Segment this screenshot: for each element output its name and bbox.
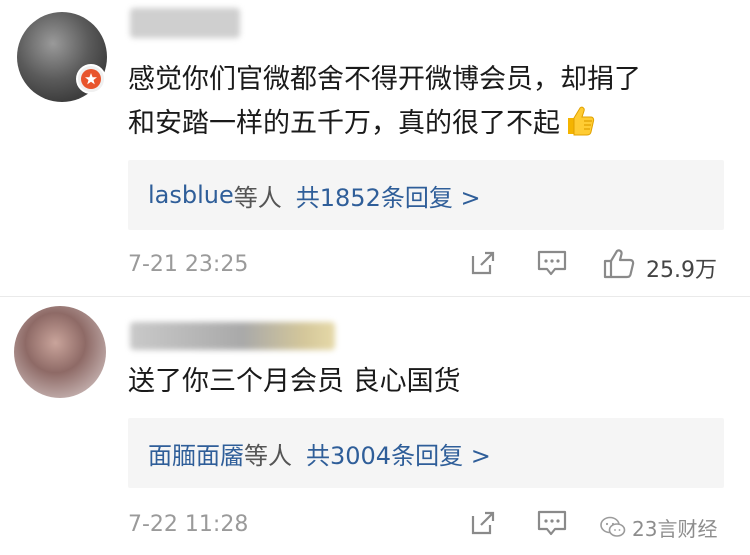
comment-text: 送了你三个月会员 良心国货: [128, 360, 718, 404]
timestamp: 7-22 11:28: [128, 512, 249, 537]
comment-icon[interactable]: [536, 508, 567, 538]
username-blurred[interactable]: [130, 8, 240, 38]
replies-names[interactable]: 面腼面靥: [148, 436, 244, 471]
comment-text-line: 感觉你们官微都舍不得开微博会员，却捐了: [128, 64, 641, 95]
share-icon[interactable]: [468, 508, 498, 538]
username-blurred[interactable]: [130, 322, 335, 350]
divider: [0, 296, 750, 297]
comment-icon[interactable]: [536, 248, 567, 278]
avatar[interactable]: [14, 306, 106, 398]
replies-suffix: 等人: [233, 183, 282, 212]
comment-text: 感觉你们官微都舍不得开微博会员，却捐了 和安踏一样的五千万，真的很了不起: [128, 58, 718, 152]
replies-count[interactable]: 共1852条回复 >: [296, 178, 481, 213]
verified-badge-icon: [76, 64, 106, 94]
comment-meta: 7-21 23:25 25.9万: [128, 244, 728, 284]
replies-link[interactable]: 面腼面靥 等人 共3004条回复 >: [128, 418, 724, 488]
watermark: 23言财经: [600, 512, 730, 542]
replies-count[interactable]: 共3004条回复 >: [306, 436, 491, 471]
comment-text-line: 和安踏一样的五千万，真的很了不起: [128, 102, 718, 152]
replies-names[interactable]: lasblue: [148, 181, 234, 209]
wechat-icon: [600, 516, 626, 538]
thumbs-up-icon[interactable]: [602, 248, 635, 279]
timestamp: 7-21 23:25: [128, 252, 249, 277]
replies-link[interactable]: lasblue 等人 共1852条回复 >: [128, 160, 724, 230]
like-count: 25.9万: [646, 258, 717, 283]
thumbs-up-emoji: [562, 104, 596, 152]
replies-suffix: 等人: [244, 441, 292, 470]
share-icon[interactable]: [468, 248, 498, 278]
watermark-text: 23言财经: [632, 516, 718, 541]
comment-text-line: 送了你三个月会员 良心国货: [128, 366, 461, 397]
